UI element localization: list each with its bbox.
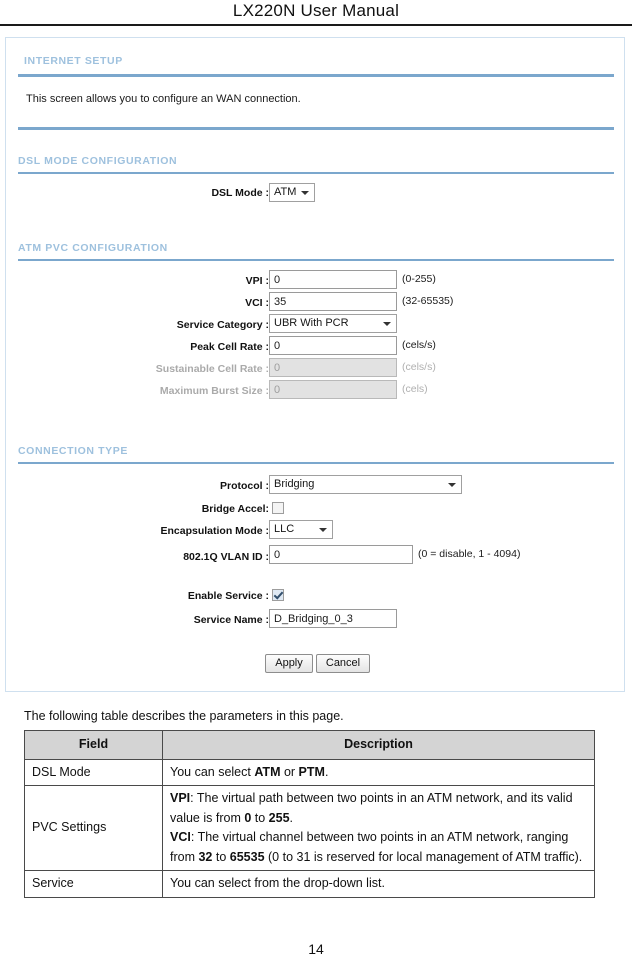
maximum-burst-size-label: Maximum Burst Size : xyxy=(159,385,269,397)
bridge-accel-checkbox[interactable] xyxy=(272,502,284,514)
table-row: Service You can select from the drop-down… xyxy=(24,870,595,898)
table-row: DSL Mode You can select ATM or PTM. xyxy=(24,758,595,786)
chevron-down-icon xyxy=(383,322,391,326)
service-category-value: UBR With PCR xyxy=(274,317,349,329)
row-dsl-mode: DSL Mode : xyxy=(46,183,269,203)
vci-hint: (32-65535) xyxy=(402,295,454,307)
row-service-category: Service Category : xyxy=(46,315,269,335)
sustainable-cell-rate-hint: (cels/s) xyxy=(402,361,436,373)
chevron-down-icon xyxy=(301,191,309,195)
internet-setup-panel: INTERNET SETUP This screen allows you to… xyxy=(5,37,625,692)
page-number: 14 xyxy=(308,941,324,957)
dsl-mode-select[interactable]: ATM xyxy=(269,183,315,202)
row-vci: VCI : xyxy=(46,293,269,313)
divider-under-connection-type-title xyxy=(18,462,614,464)
section-title-atm-pvc: ATM PVC CONFIGURATION xyxy=(18,242,168,254)
cell-description: You can select from the drop-down list. xyxy=(162,870,595,898)
row-service-name: Service Name : xyxy=(46,610,269,630)
row-protocol: Protocol : xyxy=(46,476,269,496)
peak-cell-rate-input[interactable] xyxy=(269,336,397,355)
column-header-description: Description xyxy=(162,730,595,760)
enable-service-label: Enable Service : xyxy=(187,590,269,602)
protocol-select[interactable]: Bridging xyxy=(269,475,462,494)
bridge-accel-label: Bridge Accel: xyxy=(201,503,269,515)
service-name-input[interactable] xyxy=(269,609,397,628)
service-name-label: Service Name : xyxy=(193,614,269,626)
table-caption: The following table describes the parame… xyxy=(24,709,344,723)
peak-cell-rate-label: Peak Cell Rate : xyxy=(190,341,269,353)
protocol-value: Bridging xyxy=(274,478,315,490)
dsl-mode-label: DSL Mode : xyxy=(211,187,269,199)
vpi-label: VPI : xyxy=(245,275,269,287)
vci-label: VCI : xyxy=(245,297,269,309)
row-sustainable-cell-rate: Sustainable Cell Rate : xyxy=(46,359,269,379)
section-title-dsl-mode: DSL MODE CONFIGURATION xyxy=(18,155,178,167)
intro-text: This screen allows you to configure an W… xyxy=(26,93,301,105)
column-header-field: Field xyxy=(24,730,163,760)
table-header-row: Field Description xyxy=(24,730,595,760)
row-vpi: VPI : xyxy=(46,271,269,291)
row-maximum-burst-size: Maximum Burst Size : xyxy=(46,381,269,401)
section-title-internet-setup: INTERNET SETUP xyxy=(24,55,123,67)
encapsulation-mode-value: LLC xyxy=(274,523,295,535)
divider-under-dsl-mode-title xyxy=(18,172,614,174)
cell-field: Service xyxy=(24,870,163,898)
service-category-select[interactable]: UBR With PCR xyxy=(269,314,397,333)
row-peak-cell-rate: Peak Cell Rate : xyxy=(46,337,269,357)
row-bridge-accel: Bridge Accel: xyxy=(46,499,269,519)
header-divider xyxy=(0,24,632,26)
encapsulation-mode-label: Encapsulation Mode : xyxy=(160,525,269,537)
vpi-input[interactable] xyxy=(269,270,397,289)
protocol-label: Protocol : xyxy=(220,480,269,492)
chevron-down-icon xyxy=(448,483,456,487)
vci-input[interactable] xyxy=(269,292,397,311)
maximum-burst-size-input xyxy=(269,380,397,399)
cell-field: DSL Mode xyxy=(24,758,163,786)
page-title: LX220N User Manual xyxy=(232,1,400,20)
row-vlan-id: 802.1Q VLAN ID : xyxy=(46,547,269,567)
cell-description: You can select ATM or PTM. xyxy=(162,758,595,786)
maximum-burst-size-hint: (cels) xyxy=(402,383,428,395)
cell-field: PVC Settings xyxy=(24,785,163,871)
vpi-hint: (0-255) xyxy=(402,273,436,285)
chevron-down-icon xyxy=(319,528,327,532)
apply-button[interactable]: Apply xyxy=(265,654,313,673)
service-category-label: Service Category : xyxy=(176,319,269,331)
dsl-mode-value: ATM xyxy=(274,186,297,198)
divider-under-atm-pvc-title xyxy=(18,259,614,261)
divider-under-internet-setup xyxy=(18,74,614,77)
row-enable-service: Enable Service : xyxy=(46,586,269,606)
row-encapsulation-mode: Encapsulation Mode : xyxy=(46,521,269,541)
cell-description: VPI: The virtual path between two points… xyxy=(162,785,595,871)
sustainable-cell-rate-input xyxy=(269,358,397,377)
section-title-connection-type: CONNECTION TYPE xyxy=(18,445,128,457)
parameters-table: Field Description DSL Mode You can select… xyxy=(24,730,595,898)
peak-cell-rate-hint: (cels/s) xyxy=(402,339,436,351)
vlan-id-hint: (0 = disable, 1 - 4094) xyxy=(418,548,521,560)
table-row: PVC Settings VPI: The virtual path betwee… xyxy=(24,785,595,871)
cancel-button[interactable]: Cancel xyxy=(316,654,370,673)
vlan-id-label: 802.1Q VLAN ID : xyxy=(183,551,269,563)
encapsulation-mode-select[interactable]: LLC xyxy=(269,520,333,539)
divider-under-intro xyxy=(18,127,614,130)
enable-service-checkbox[interactable] xyxy=(272,589,284,601)
vlan-id-input[interactable] xyxy=(269,545,413,564)
sustainable-cell-rate-label: Sustainable Cell Rate : xyxy=(155,363,269,375)
